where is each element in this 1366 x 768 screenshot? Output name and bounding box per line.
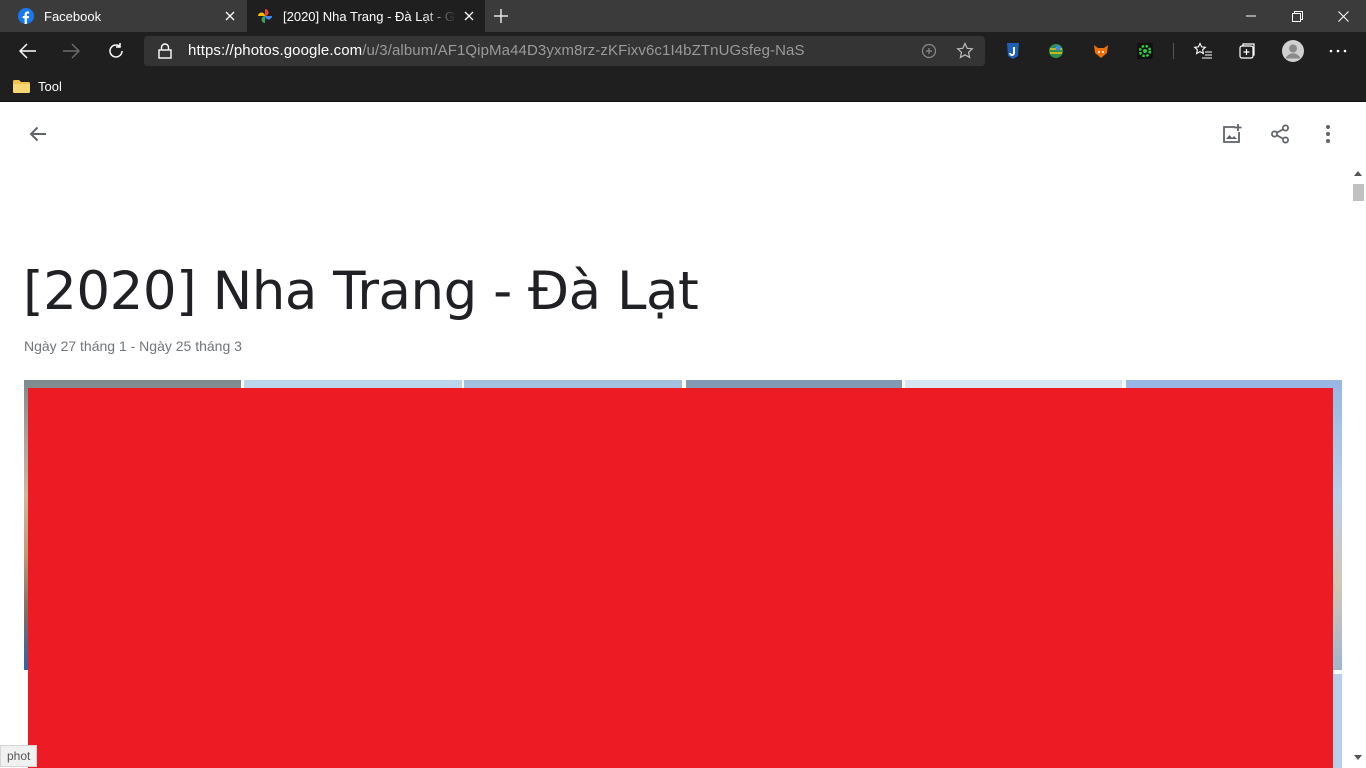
tab-facebook[interactable]: Facebook <box>0 0 246 32</box>
globe-extension-icon <box>1049 44 1063 58</box>
url-path: /u/3/album/AF1QipMa44D3yxm8rz-zKFixv6c1I… <box>362 42 805 59</box>
add-app-button[interactable] <box>919 41 939 61</box>
facebook-icon <box>18 8 34 24</box>
refresh-icon <box>109 43 123 58</box>
folder-icon <box>13 79 30 93</box>
scroll-down-arrow-icon[interactable] <box>1354 755 1362 760</box>
gear-extension-button[interactable] <box>1134 40 1156 62</box>
j-extension-button[interactable] <box>1002 40 1024 62</box>
favorites-button[interactable] <box>1189 37 1217 65</box>
google-photos-icon <box>258 9 272 23</box>
close-tab-icon[interactable] <box>218 4 242 28</box>
star-icon <box>956 42 974 59</box>
lock-icon[interactable] <box>158 43 172 59</box>
share-icon <box>1271 124 1289 144</box>
new-tab-button[interactable] <box>489 4 513 28</box>
link-status-bar: phot <box>0 745 38 767</box>
toolbar-separator <box>1173 43 1174 59</box>
add-photo-icon <box>1223 124 1242 143</box>
bookmarks-bar: Tool <box>0 70 1366 102</box>
page-scrollbar[interactable] <box>1350 168 1366 768</box>
scrollbar-thumb[interactable] <box>1353 184 1364 201</box>
minimize-button[interactable] <box>1228 0 1274 32</box>
url-host: https://photos.google.com <box>188 42 363 59</box>
more-options-button[interactable] <box>1308 114 1348 154</box>
restore-button[interactable] <box>1274 0 1320 32</box>
j-extension-icon <box>1007 43 1019 59</box>
fox-extension-button[interactable] <box>1090 40 1112 62</box>
close-tab-icon[interactable] <box>457 4 481 28</box>
share-button[interactable] <box>1260 114 1300 154</box>
collections-button[interactable] <box>1233 37 1261 65</box>
album-title[interactable]: [2020] Nha Trang - Đà Lạt <box>23 261 699 322</box>
arrow-left-icon <box>19 43 36 59</box>
more-horizontal-icon <box>1329 49 1347 53</box>
tab-strip: Facebook [2020] Nha Trang - Đà Lạt - Goo… <box>0 0 1366 32</box>
close-icon <box>1337 10 1349 22</box>
globe-extension-button[interactable] <box>1045 40 1067 62</box>
minimize-icon <box>1246 15 1256 17</box>
fox-extension-icon <box>1094 45 1108 58</box>
url-text[interactable]: https://photos.google.com/u/3/album/AF1Q… <box>188 42 805 59</box>
more-vertical-icon <box>1326 125 1330 143</box>
settings-menu-button[interactable] <box>1324 37 1352 65</box>
address-bar[interactable]: https://photos.google.com/u/3/album/AF1Q… <box>144 36 985 66</box>
close-window-button[interactable] <box>1320 0 1366 32</box>
forward-button[interactable] <box>57 37 85 65</box>
refresh-button[interactable] <box>102 37 130 65</box>
arrow-right-icon <box>63 43 80 59</box>
photo-thumbnail[interactable] <box>1333 674 1342 768</box>
google-photos-album-page: [2020] Nha Trang - Đà Lạt Ngày 27 tháng … <box>0 103 1366 768</box>
bookmark-label: Tool <box>38 78 62 94</box>
tab-title: [2020] Nha Trang - Đà Lạt - Google Photo… <box>283 8 457 24</box>
restore-icon <box>1291 10 1303 22</box>
bookmark-folder-tool[interactable]: Tool <box>13 76 62 96</box>
arrow-back-icon <box>29 126 46 142</box>
back-button[interactable] <box>14 37 42 65</box>
favorite-button[interactable] <box>955 41 975 61</box>
plus-icon <box>494 9 508 23</box>
plus-circle-icon <box>921 43 937 59</box>
gear-extension-icon <box>1137 43 1153 59</box>
profile-button[interactable] <box>1278 36 1308 66</box>
collections-icon <box>1239 43 1255 59</box>
back-to-albums-button[interactable] <box>18 114 58 154</box>
avatar-icon <box>1282 40 1304 62</box>
favorites-list-icon <box>1193 42 1212 59</box>
album-date-range[interactable]: Ngày 27 tháng 1 - Ngày 25 tháng 3 <box>24 338 242 354</box>
browser-toolbar: https://photos.google.com/u/3/album/AF1Q… <box>0 32 1366 70</box>
tab-google-photos[interactable]: [2020] Nha Trang - Đà Lạt - Google Photo… <box>247 0 485 32</box>
scroll-up-arrow-icon[interactable] <box>1354 171 1362 176</box>
add-photos-button[interactable] <box>1212 114 1252 154</box>
tab-title: Facebook <box>44 8 102 24</box>
redaction-block <box>28 388 1333 768</box>
